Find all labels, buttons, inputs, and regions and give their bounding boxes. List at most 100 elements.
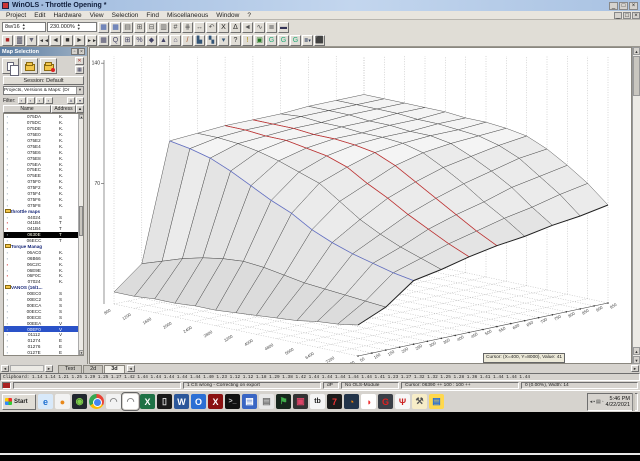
tree-mode-combo[interactable]: Projects, Versions & Maps: (Dr ▼ xyxy=(3,86,84,95)
tab-text[interactable]: Text xyxy=(58,364,83,373)
hint-icon[interactable]: ! xyxy=(242,34,253,46)
checker-icon[interactable]: ▓ xyxy=(14,34,25,46)
formula-x-icon[interactable]: X xyxy=(218,21,229,33)
menu-view[interactable]: View xyxy=(86,12,108,19)
map-row[interactable]: ▪ 06E9E K. xyxy=(4,267,83,273)
map-row[interactable]: ▪ 00ECE S xyxy=(4,314,83,320)
panel-grid-button[interactable]: ▦ xyxy=(75,66,84,74)
map-row[interactable]: ▪ 00ECC S xyxy=(4,308,83,314)
sticky-app-icon[interactable]: ▤ xyxy=(429,394,444,409)
col-insert-icon[interactable]: ⊞ xyxy=(134,21,145,33)
map-row[interactable]: ▪ 075F6 K. xyxy=(4,196,83,202)
map-row[interactable]: ▪ 01276 E xyxy=(4,344,83,350)
child-minimize-button[interactable]: _ xyxy=(614,11,622,19)
hash-icon[interactable]: # xyxy=(170,21,181,33)
tab-scroll-icon[interactable]: ◄ xyxy=(126,365,135,372)
child-close-button[interactable]: × xyxy=(632,11,640,19)
pane-hscroll-right-icon[interactable]: ► xyxy=(631,365,639,372)
map-row[interactable]: ▪ 04024 S xyxy=(4,214,83,220)
map-row[interactable]: ▪ 01274 E xyxy=(4,338,83,344)
tab-3d[interactable]: 3d xyxy=(104,364,125,373)
map-row[interactable]: ▪ 075DA K. xyxy=(4,114,83,120)
grid-sync-icon[interactable]: ⋕ xyxy=(182,21,193,33)
tab-2d[interactable]: 2d xyxy=(83,364,104,373)
menu-hardware[interactable]: Hardware xyxy=(49,12,85,19)
combo-list-icon[interactable]: ≣▾ xyxy=(302,34,313,46)
filter-2-button[interactable]: ▪ xyxy=(26,97,35,104)
book-app-icon[interactable]: ▯ xyxy=(157,394,172,409)
menu-find[interactable]: Find xyxy=(142,12,163,19)
notes-app-icon[interactable]: ▤ xyxy=(259,394,274,409)
map-row[interactable]: ▪ 0127E E xyxy=(4,350,83,355)
list-scroll-thumb[interactable] xyxy=(79,205,83,236)
zoom-combo[interactable]: 230.000% ▲ ▼ xyxy=(47,22,97,32)
panel-close-icon[interactable]: × xyxy=(78,48,85,55)
red-x-app-icon[interactable]: X xyxy=(208,394,223,409)
swoosh-app-active-icon[interactable]: ◠ xyxy=(121,392,140,411)
close-button[interactable]: × xyxy=(629,1,638,10)
diamond-icon[interactable]: ◆ xyxy=(146,34,157,46)
rewind-icon[interactable]: ◄◄ xyxy=(38,34,49,46)
wave-icon[interactable]: ∿ xyxy=(254,21,265,33)
menu-project[interactable]: Project xyxy=(2,12,30,19)
menu-selection[interactable]: Selection xyxy=(108,12,143,19)
scroll-up-icon[interactable]: ▲ xyxy=(633,47,640,55)
show-desktop-button[interactable] xyxy=(632,392,635,411)
seven-app-icon[interactable]: 7 xyxy=(327,394,342,409)
ffwd-icon[interactable]: ►► xyxy=(86,34,97,46)
map-row[interactable]: ▪ 00EC2 S xyxy=(4,297,83,303)
map-row[interactable]: ▪ 075E8 K. xyxy=(4,155,83,161)
menu-edit[interactable]: Edit xyxy=(30,12,49,19)
folder-app-icon[interactable]: ▤ xyxy=(242,394,257,409)
window-icon[interactable]: ⊞ xyxy=(122,34,133,46)
panel-pin-icon[interactable]: ▫ xyxy=(71,48,78,55)
home-icon[interactable]: ⌂ xyxy=(170,34,181,46)
map-list[interactable]: ▪ 075DA K. ▪ 075DC K. ▪ 075DE K. ▪ 075E0 K. ▪ 075E2 K.… xyxy=(3,113,84,356)
surface-plot[interactable]: 1407050 100 150 200 250 300 350 400 450 500 550 600… xyxy=(90,48,631,363)
filter-1-button[interactable]: ▪ xyxy=(17,97,26,104)
menu-window[interactable]: Window xyxy=(212,12,243,19)
terminal-icon[interactable]: >_ xyxy=(225,394,240,409)
map-row[interactable]: ▪ 075DE K. xyxy=(4,126,83,132)
map-3d-view[interactable]: 140 70 50 100 150 200 250 300 350 400 450 500 550 600… xyxy=(89,47,632,364)
undo-icon[interactable]: ↶ xyxy=(206,21,217,33)
chart-scroll-thumb[interactable] xyxy=(633,56,640,96)
swoosh-app-icon[interactable]: ◠ xyxy=(106,394,121,409)
format-combo[interactable]: 8w/16 ▲ ▼ xyxy=(2,22,46,32)
map-selection-caption[interactable]: Map Selection ▫ × xyxy=(0,47,87,56)
selection-grid2-icon[interactable]: ▦ xyxy=(110,21,121,33)
stop-icon[interactable]: ■ xyxy=(62,34,73,46)
green-3-icon[interactable]: G xyxy=(290,34,301,46)
import-icon[interactable]: ▼ xyxy=(26,34,37,46)
green-1-icon[interactable]: G xyxy=(266,34,277,46)
map-row[interactable]: ▪ 00EC0 S xyxy=(4,291,83,297)
hscroll-right-icon[interactable]: ► xyxy=(45,365,53,372)
tray-up-icon[interactable]: ◂ xyxy=(590,399,593,405)
menu-?[interactable]: ? xyxy=(243,12,255,19)
sort-icon[interactable]: ▴ xyxy=(76,105,84,113)
dark-avatar-app-icon[interactable]: ◉ xyxy=(72,394,87,409)
solid-icon[interactable]: ⬛ xyxy=(314,34,325,46)
map-row[interactable]: ▪ 075E2 K. xyxy=(4,138,83,144)
cam-icon[interactable]: ▣ xyxy=(254,34,265,46)
help-icon[interactable]: ? xyxy=(230,34,241,46)
grid-view-icon[interactable]: ▦ xyxy=(98,34,109,46)
prev-icon[interactable]: ◄ xyxy=(50,34,61,46)
tray-vol-icon[interactable]: ▤ xyxy=(596,399,601,405)
map-row[interactable]: ▪ 075EE K. xyxy=(4,173,83,179)
clock[interactable]: 5:46 PM 4/22/2021 xyxy=(606,396,630,408)
filter-4-button[interactable]: ▪ xyxy=(44,97,53,104)
spinner-icon[interactable]: ▲ ▼ xyxy=(77,23,81,31)
filter-3-button[interactable]: ▪ xyxy=(35,97,44,104)
scroll-down-icon[interactable]: ▼ xyxy=(79,350,83,355)
zoom-icon[interactable]: Q xyxy=(110,34,121,46)
filter-a-button[interactable]: A xyxy=(67,97,75,104)
map-row[interactable]: ▪ 06AC0 K. xyxy=(4,249,83,255)
chevron-down-icon[interactable]: ▼ xyxy=(76,87,83,94)
map-row[interactable]: ▪ 07024 K. xyxy=(4,279,83,285)
map-row[interactable]: ▪ 075F4 K. xyxy=(4,191,83,197)
col-remove-icon[interactable]: ⊟ xyxy=(146,21,157,33)
chart-vscrollbar[interactable]: ▲ ▲ ▼ xyxy=(632,47,640,364)
map-row[interactable]: ▪ 06C2C K. xyxy=(4,261,83,267)
session-button[interactable]: Session: Default xyxy=(3,76,84,85)
